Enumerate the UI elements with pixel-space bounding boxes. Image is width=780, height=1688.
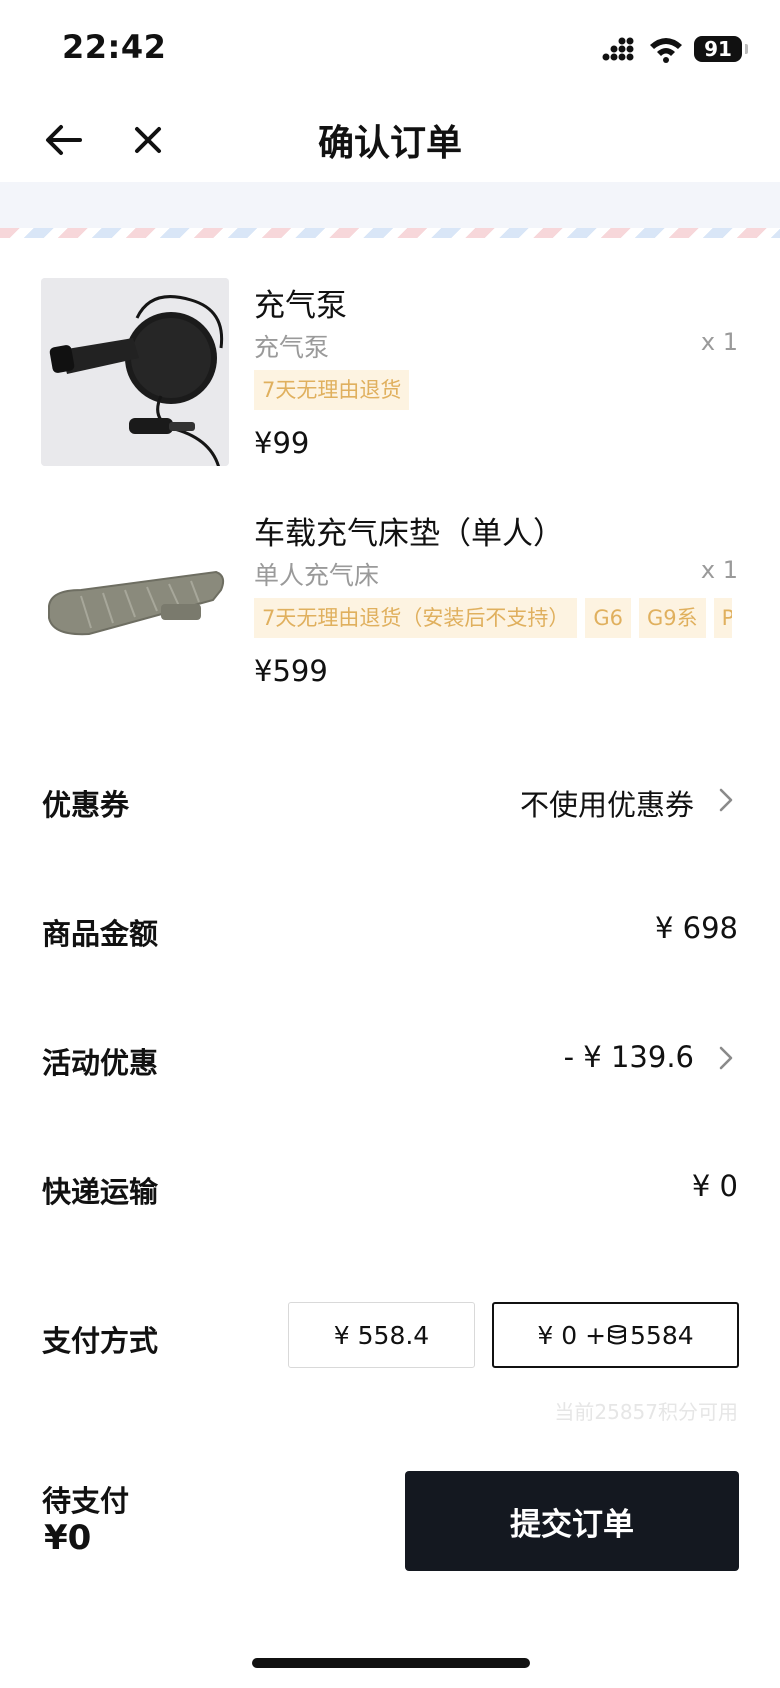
product-item[interactable]: 充气泵 充气泵 x 1 7天无理由退货 ¥99 — [0, 278, 780, 478]
pay-option-points-prefix: ¥ 0 + — [537, 1320, 607, 1350]
coupon-row[interactable]: 优惠券 不使用优惠券 — [0, 770, 780, 830]
cellular-signal-icon — [602, 37, 634, 61]
product-item[interactable]: 车载充气床垫（单人） 单人充气床 x 1 7天无理由退货（安装后不支持） G6 … — [0, 506, 780, 706]
coupon-label: 优惠券 — [42, 788, 130, 822]
airmail-stripe-divider — [0, 228, 780, 238]
pay-option-cash[interactable]: ¥ 558.4 — [288, 1302, 475, 1368]
battery-level: 91 — [704, 37, 732, 61]
air-mattress-illustration — [41, 506, 229, 694]
page-title: 确认订单 — [317, 123, 462, 164]
product-quantity: x 1 — [700, 328, 738, 356]
tag-return-policy: 7天无理由退货（安装后不支持） — [254, 598, 578, 638]
shipping-value: ¥ 0 — [691, 1169, 738, 1203]
shipping-label: 快递运输 — [42, 1175, 159, 1209]
product-name: 充气泵 — [254, 288, 347, 324]
air-pump-illustration — [41, 278, 229, 466]
coupon-value: 不使用优惠券 — [519, 788, 694, 822]
nav-bar: 确认订单 — [0, 100, 780, 182]
pay-option-points-value: 5584 — [630, 1320, 694, 1350]
tag-return-policy: 7天无理由退货 — [254, 370, 410, 410]
home-indicator[interactable] — [252, 1658, 530, 1668]
tag-compatible-model: G9系 — [639, 598, 706, 638]
pending-payment-amount: ¥0 — [44, 1518, 92, 1558]
status-bar: 22:42 91 — [0, 0, 780, 100]
pending-payment-label: 待支付 — [42, 1484, 130, 1518]
tag-compatible-model: P — [713, 598, 732, 638]
product-price: ¥99 — [254, 426, 310, 460]
product-price: ¥599 — [254, 654, 328, 688]
available-points-note: 当前25857积分可用 — [554, 1400, 738, 1424]
product-name: 车载充气床垫（单人） — [254, 516, 564, 552]
pay-option-points[interactable]: ¥ 0 + 5584 — [492, 1302, 739, 1368]
status-time: 22:42 — [62, 28, 167, 66]
battery-icon: 91 — [694, 36, 748, 62]
address-banner[interactable] — [0, 182, 780, 238]
wifi-icon — [650, 38, 682, 63]
payment-method-label: 支付方式 — [42, 1324, 159, 1358]
pay-option-cash-label: ¥ 558.4 — [333, 1320, 430, 1350]
chevron-right-icon — [719, 788, 733, 812]
product-quantity: x 1 — [700, 556, 738, 584]
goods-amount-row: 商品金额 ¥ 698 — [0, 899, 780, 959]
product-tags: 7天无理由退货（安装后不支持） G6 G9系 P — [254, 598, 732, 638]
product-spec: 单人充气床 — [254, 561, 380, 590]
goods-amount-label: 商品金额 — [42, 917, 159, 951]
discount-label: 活动优惠 — [42, 1046, 159, 1080]
product-image-air-mattress — [41, 506, 229, 694]
product-spec: 充气泵 — [254, 333, 330, 362]
goods-amount-value: ¥ 698 — [654, 911, 738, 945]
points-coin-icon — [608, 1325, 627, 1345]
product-tags: 7天无理由退货 — [254, 370, 732, 410]
discount-value: - ¥ 139.6 — [563, 1040, 694, 1074]
submit-order-label: 提交订单 — [510, 1506, 634, 1543]
shipping-row: 快递运输 ¥ 0 — [0, 1157, 780, 1217]
status-icons: 91 — [602, 34, 748, 64]
discount-row[interactable]: 活动优惠 - ¥ 139.6 — [0, 1028, 780, 1088]
submit-order-button[interactable]: 提交订单 — [405, 1471, 739, 1571]
tag-compatible-model: G6 — [585, 598, 632, 638]
product-image-air-pump — [41, 278, 229, 466]
chevron-right-icon — [719, 1046, 733, 1070]
